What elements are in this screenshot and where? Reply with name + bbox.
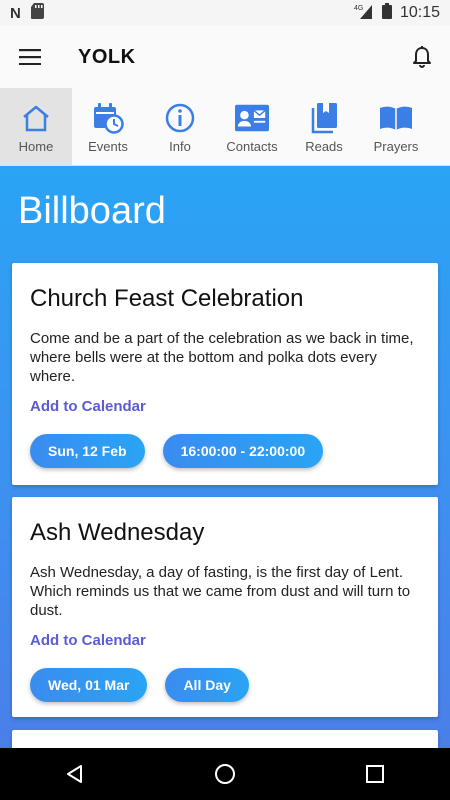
system-nav-bar: [0, 748, 450, 800]
home-nav-button[interactable]: [195, 748, 255, 800]
open-book-icon: [379, 101, 413, 135]
event-title: Church Feast Celebration: [30, 285, 304, 312]
back-button[interactable]: [45, 748, 105, 800]
add-to-calendar-link[interactable]: Add to Calendar: [30, 398, 146, 415]
event-time-chip[interactable]: All Day: [165, 668, 249, 702]
battery-icon: [381, 2, 392, 24]
home-circle-icon: [215, 764, 235, 784]
svg-text:4G: 4G: [354, 5, 363, 12]
back-triangle-icon: [67, 765, 82, 783]
event-card-partial[interactable]: [12, 730, 438, 748]
event-date-chip[interactable]: Sun, 12 Feb: [30, 434, 145, 468]
bell-icon: [413, 46, 431, 68]
tab-more-partial[interactable]: [432, 88, 450, 165]
tab-label: Events: [88, 138, 128, 154]
hamburger-menu-icon: [19, 49, 41, 65]
event-card[interactable]: Ash Wednesday Ash Wednesday, a day of fa…: [12, 497, 438, 717]
tab-events[interactable]: Events: [72, 88, 144, 165]
event-date-chip[interactable]: Wed, 01 Mar: [30, 668, 148, 702]
menu-button[interactable]: [0, 26, 60, 88]
signal-icon: 4G: [354, 3, 374, 24]
clock: 10:15: [399, 4, 440, 21]
tab-home[interactable]: Home: [0, 88, 72, 165]
tab-info[interactable]: Info: [144, 88, 216, 165]
tab-label: Reads: [305, 138, 343, 154]
tab-bar: Home Events Info Contacts Reads Prayers: [0, 88, 450, 166]
tab-label: Info: [169, 138, 191, 154]
event-title: Ash Wednesday: [30, 519, 205, 546]
app-bar: YOLK: [0, 26, 450, 88]
recents-square-icon: [366, 765, 384, 783]
tab-label: Prayers: [373, 138, 419, 154]
event-card[interactable]: Church Feast Celebration Come and be a p…: [12, 263, 438, 485]
sd-card-icon: [30, 2, 45, 24]
info-icon: [163, 101, 197, 135]
app-title: YOLK: [78, 45, 136, 68]
event-description: Come and be a part of the celebration as…: [30, 330, 414, 385]
contact-card-icon: [235, 101, 269, 135]
notifications-button[interactable]: [394, 26, 450, 88]
home-icon: [19, 101, 53, 135]
calendar-clock-icon: [91, 101, 125, 135]
notification-n-icon: N: [10, 4, 21, 22]
recents-button[interactable]: [345, 748, 405, 800]
tab-label: Home: [18, 138, 54, 154]
event-description: Ash Wednesday, a day of fasting, is the …: [30, 564, 411, 619]
tab-prayers[interactable]: Prayers: [360, 88, 432, 165]
billboard-content[interactable]: Billboard Church Feast Celebration Come …: [0, 166, 450, 748]
status-bar: N 4G 10:15: [0, 0, 450, 26]
event-time-chip[interactable]: 16:00:00 - 22:00:00: [162, 434, 324, 468]
add-to-calendar-link[interactable]: Add to Calendar: [30, 632, 146, 649]
tab-contacts[interactable]: Contacts: [216, 88, 288, 165]
tab-reads[interactable]: Reads: [288, 88, 360, 165]
tab-label: Contacts: [226, 138, 278, 154]
books-icon: [307, 101, 341, 135]
page-title: Billboard: [18, 190, 166, 232]
